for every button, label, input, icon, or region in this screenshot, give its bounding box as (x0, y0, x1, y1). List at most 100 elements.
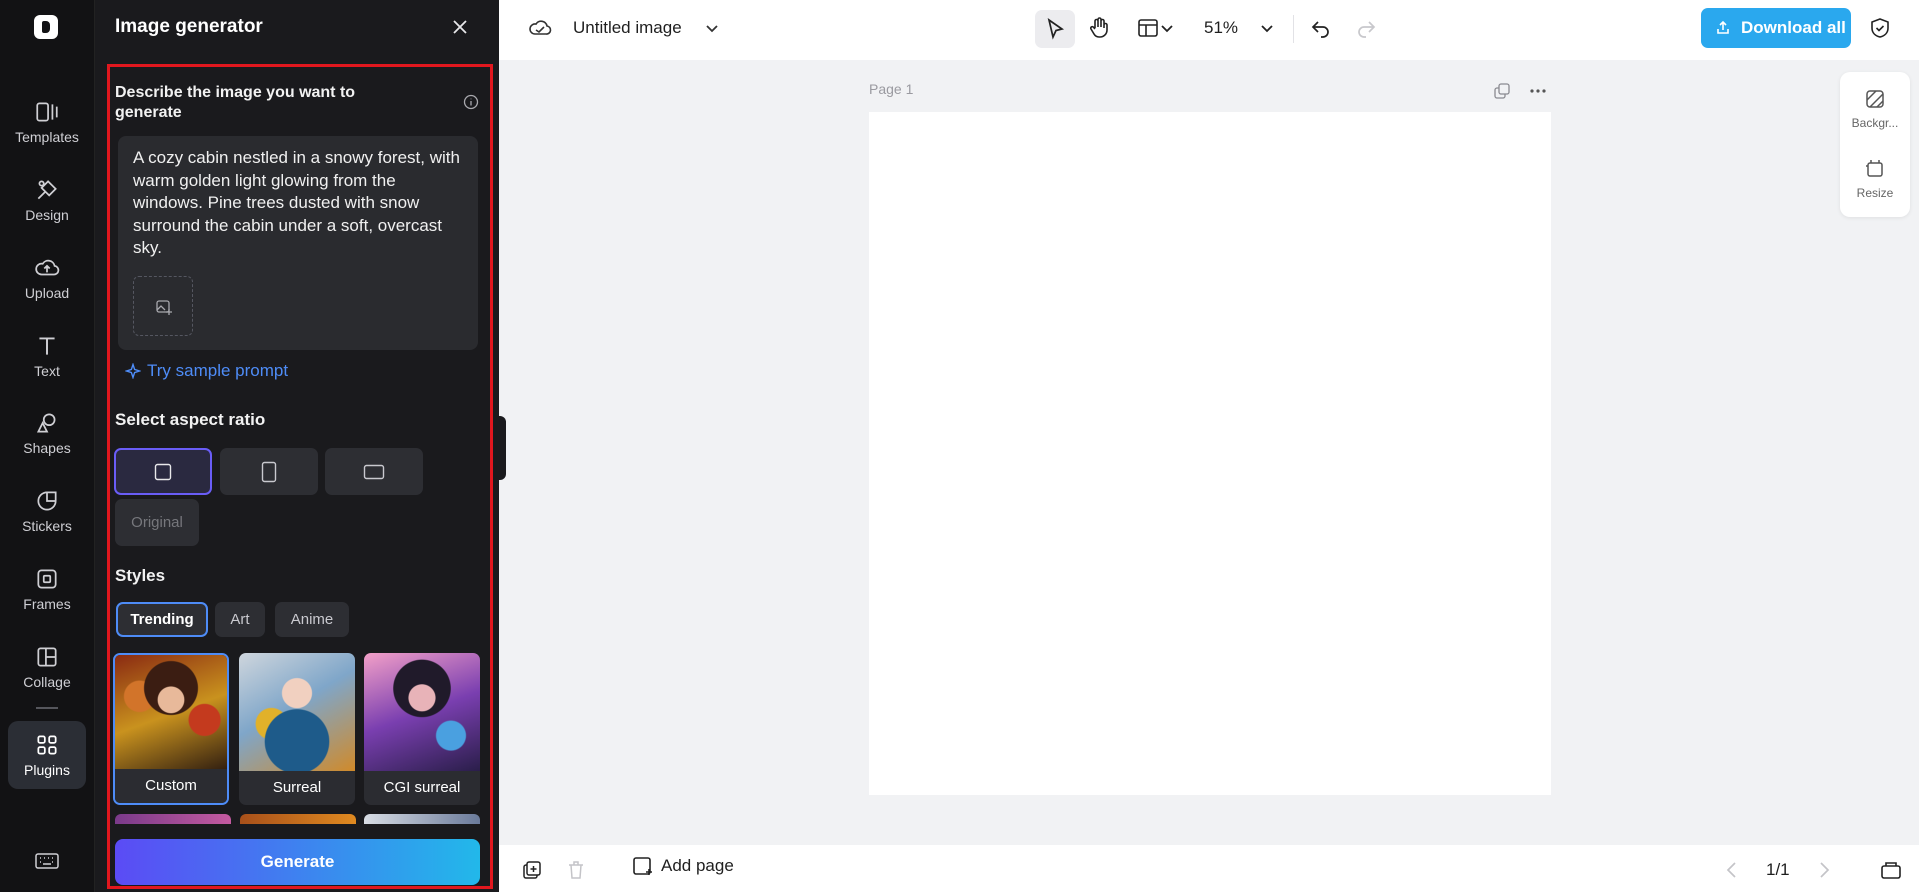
text-icon (39, 337, 55, 355)
style-card-label: CGI surreal (364, 771, 480, 805)
rail-item-collage[interactable]: Collage (8, 633, 86, 701)
resize-icon (1866, 160, 1883, 177)
duplicate-page-icon[interactable] (1493, 82, 1511, 100)
rail-label-collage: Collage (23, 674, 71, 690)
rail-divider (36, 707, 58, 709)
canvas-page[interactable] (869, 112, 1551, 795)
keyboard-icon[interactable] (35, 852, 59, 870)
panel-collapse-handle[interactable] (497, 416, 506, 480)
rail-item-text[interactable]: Text (8, 322, 86, 390)
aspect-square-button[interactable] (114, 448, 212, 495)
rail-item-stickers[interactable]: Stickers (8, 477, 86, 545)
prompt-input[interactable]: A cozy cabin nestled in a snowy forest, … (118, 136, 478, 350)
add-page-icon (633, 857, 652, 875)
rail-label-text: Text (34, 363, 60, 379)
style-tab-art[interactable]: Art (215, 602, 265, 637)
try-sample-prompt-link[interactable]: Try sample prompt (125, 361, 288, 381)
chevron-down-icon[interactable] (703, 16, 721, 40)
document-title[interactable]: Untitled image (573, 18, 682, 38)
rail-label-stickers: Stickers (22, 518, 72, 534)
style-thumbnail-cgi-surreal (364, 653, 480, 771)
stickers-icon (37, 491, 57, 511)
share-upload-icon (1717, 20, 1729, 34)
prompt-text[interactable]: A cozy cabin nestled in a snowy forest, … (133, 147, 463, 260)
style-thumbnail-surreal (239, 653, 355, 771)
toolbar-divider (1293, 15, 1294, 43)
style-card-peek (240, 814, 356, 824)
chevron-right-icon[interactable] (1813, 859, 1835, 881)
rail-item-upload[interactable]: Upload (8, 244, 86, 312)
zoom-level[interactable]: 51% (1204, 18, 1238, 38)
more-options-icon[interactable] (1529, 82, 1547, 100)
add-duplicate-icon[interactable] (521, 859, 543, 881)
aspect-original-button[interactable]: Original (115, 499, 199, 546)
reference-image-upload[interactable] (133, 276, 193, 336)
style-card-label: Surreal (239, 771, 355, 805)
plugins-icon (37, 735, 57, 755)
rail-item-frames[interactable]: Frames (8, 555, 86, 623)
cloud-sync-icon[interactable] (528, 16, 552, 40)
portrait-ratio-icon (261, 461, 277, 482)
layout-icon[interactable] (1136, 16, 1160, 40)
rail-label-templates: Templates (15, 129, 79, 145)
image-generator-panel: Image generator Describe the image you w… (95, 0, 499, 892)
rail-item-design[interactable]: Design (8, 166, 86, 234)
undo-icon[interactable] (1309, 16, 1333, 40)
collage-icon (37, 647, 57, 667)
style-card-surreal[interactable]: Surreal (239, 653, 355, 805)
chevron-down-icon[interactable] (1258, 16, 1276, 40)
landscape-ratio-icon (363, 464, 385, 479)
add-page-button[interactable]: Add page (631, 855, 734, 877)
layers-panel-icon[interactable] (1880, 859, 1902, 881)
rail-item-templates[interactable]: Templates (8, 88, 86, 156)
resize-tool-label: Resize (1856, 186, 1894, 200)
aspect-landscape-button[interactable] (325, 448, 423, 495)
page-label: Page 1 (869, 81, 914, 97)
style-tab-anime[interactable]: Anime (275, 602, 349, 637)
upload-icon (35, 259, 60, 276)
pointer-icon (1047, 18, 1065, 40)
aspect-portrait-button[interactable] (220, 448, 318, 495)
info-icon[interactable] (463, 94, 479, 110)
rail-label-shapes: Shapes (23, 440, 71, 456)
style-tab-trending[interactable]: Trending (116, 602, 208, 637)
image-add-icon (156, 300, 172, 315)
app-logo[interactable] (34, 15, 58, 39)
add-page-label: Add page (661, 856, 734, 875)
rail-label-plugins: Plugins (24, 762, 70, 778)
rail-item-plugins[interactable]: Plugins (8, 721, 86, 789)
style-card-custom[interactable]: Custom (113, 653, 229, 805)
rail-item-shapes[interactable]: Shapes (8, 399, 86, 467)
select-tool-button[interactable] (1035, 10, 1075, 48)
rail-label-design: Design (25, 207, 69, 223)
trash-icon[interactable] (565, 859, 587, 881)
templates-icon (36, 102, 58, 122)
right-tool-panel: Backgr... Resize (1840, 72, 1910, 217)
chevron-left-icon[interactable] (1721, 859, 1743, 881)
chevron-down-icon[interactable] (1159, 16, 1175, 40)
download-all-button[interactable]: Download all (1701, 8, 1851, 48)
left-rail: Templates Design Upload Text Shapes Stic… (0, 0, 95, 892)
frames-icon (37, 569, 57, 589)
download-all-label: Download all (1741, 18, 1846, 37)
close-icon[interactable] (449, 16, 471, 38)
shield-check-icon[interactable] (1868, 16, 1892, 40)
background-tool-button[interactable]: Backgr... (1840, 88, 1910, 130)
styles-label: Styles (115, 566, 166, 585)
sample-prompt-label: Try sample prompt (147, 361, 289, 380)
style-card-label: Custom (115, 769, 227, 803)
style-thumbnail-custom (115, 655, 227, 773)
describe-label: Describe the image you want to generate (115, 84, 356, 121)
design-icon (37, 180, 57, 200)
resize-tool-button[interactable]: Resize (1840, 158, 1910, 200)
shapes-icon (36, 413, 56, 433)
style-card-cgi-surreal[interactable]: CGI surreal (364, 653, 480, 805)
rail-label-upload: Upload (24, 285, 70, 301)
background-icon (1866, 90, 1884, 108)
redo-icon[interactable] (1354, 16, 1378, 40)
style-card-peek (115, 814, 231, 824)
bottom-bar: Add page 1/1 (499, 845, 1919, 892)
hand-tool-icon[interactable] (1087, 16, 1111, 40)
generate-button[interactable]: Generate (115, 839, 480, 885)
page-count: 1/1 (1766, 860, 1790, 879)
